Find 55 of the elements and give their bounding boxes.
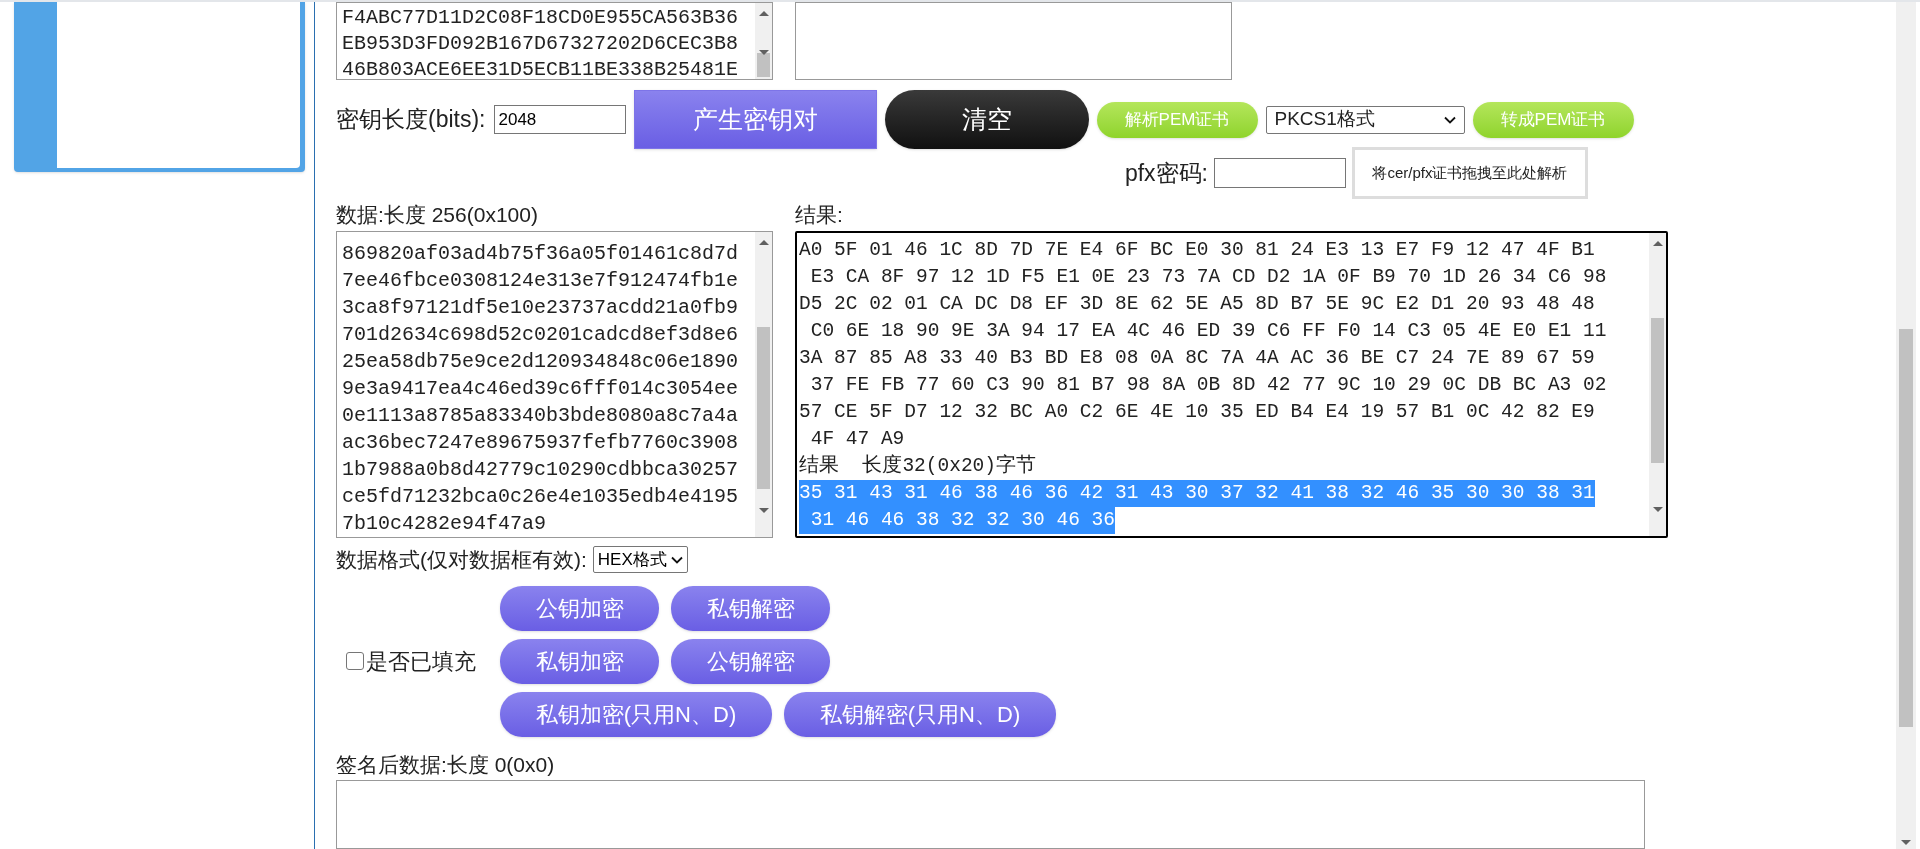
action-button[interactable]: 公钥解密: [671, 638, 830, 684]
chevron-down-icon: [1443, 115, 1456, 124]
key-text-line: EB953D3FD092B167D67327202D6CEC3B8: [342, 31, 740, 57]
clear-button[interactable]: 清空: [884, 90, 1089, 149]
result-text-line: C0 6E 18 90 9E 3A 94 17 EA 4C 46 ED 39 C6 FF F0 14 C3 05 4E E0 E1 11: [809, 319, 1607, 344]
pfx-password-input[interactable]: [1214, 158, 1346, 188]
data-text-line: ac36bec7247e89675937fefb7760c3908: [342, 430, 740, 456]
data-text-line: 0e1113a8785a83340b3bde8080a8c7a4a: [342, 403, 740, 429]
result-text-line: 结果 长度32(0x20)字节: [799, 453, 1037, 479]
action-button[interactable]: 私钥加密(只用N、D): [500, 691, 772, 737]
scrollbar[interactable]: [755, 232, 772, 537]
key-textarea[interactable]: F4ABC77D11D2C08F18CD0E955CA563B36 EB953D3FD092B167D67327202D6CEC3B8 46B803ACE6EE31D5ECB11BE338B25481E: [336, 2, 773, 80]
result-label: 结果:: [795, 202, 844, 228]
result-text-line: 4F 47 A9: [809, 427, 905, 452]
action-button[interactable]: 公钥加密: [500, 585, 659, 631]
scrollbar[interactable]: [755, 3, 772, 79]
chevron-down-icon: [670, 555, 683, 564]
data-text-line: 7ee46fbce0308124e313e7f912474fb1e: [342, 268, 740, 294]
output-textarea[interactable]: [795, 2, 1232, 80]
signed-data-label: 签名后数据:长度 0(0x0): [336, 751, 556, 778]
key-text-line: F4ABC77D11D2C08F18CD0E955CA563B36: [342, 5, 740, 31]
scrollbar[interactable]: [1649, 233, 1666, 536]
certificate-drop-zone[interactable]: 将cer/pfx证书拖拽至此处解析: [1352, 147, 1588, 199]
data-text-line: 3ca8f97121df5e10e23737acdd21a0fb9: [342, 295, 740, 321]
data-text-line: 701d2634c698d52c0201cadcd8ef3d8e6: [342, 322, 740, 348]
action-button[interactable]: 私钥解密: [671, 585, 830, 631]
result-text-line: D5 2C 02 01 CA DC D8 EF 3D 8E 62 5E A5 8D B7 5E 9C E2 D1 20 93 48 48: [799, 292, 1595, 317]
generate-keypair-button[interactable]: 产生密钥对: [633, 90, 877, 149]
padding-label: 是否已填充: [366, 647, 476, 676]
result-text-line: 3A 87 85 A8 33 40 B3 BD E8 08 0A 8C 7A 4A AC 36 BE C7 24 7E 89 67 59: [799, 346, 1595, 371]
data-textarea[interactable]: [336, 231, 773, 538]
data-format-select[interactable]: HEX格式: [592, 546, 688, 574]
result-text-line: 37 FE FB 77 60 C3 90 81 B7 98 8A 0B 8D 42 77 9C 10 29 0C DB BC A3 02: [809, 373, 1607, 398]
data-text-line: 1b7988a0b8d42779c10290cdbbca30257: [342, 457, 740, 483]
key-length-input[interactable]: 2048: [493, 105, 626, 134]
result-text-line: 57 CE 5F D7 12 32 BC A0 C2 6E 4E 10 35 ED B4 E4 19 57 B1 0C 42 82 E9: [799, 400, 1595, 425]
data-text-line: 869820af03ad4b75f36a05f01461c8d7d: [342, 241, 740, 267]
data-format-label: 数据格式(仅对数据框有效):: [336, 547, 587, 573]
data-text-line: 25ea58db75e9ce2d120934848c06e1890: [342, 349, 740, 375]
data-text-line: ce5fd71232bca0c26e4e1035edb4e4195: [342, 484, 740, 510]
key-text-line: 46B803ACE6EE31D5ECB11BE338B25481E: [342, 57, 740, 79]
action-button[interactable]: 私钥解密(只用N、D): [784, 691, 1056, 737]
data-length-label: 数据:长度 256(0x100): [336, 202, 539, 228]
pfx-password-label: pfx密码:: [1124, 158, 1208, 188]
data-text-line: 7b10c4282e94f47a9: [342, 511, 548, 537]
page-scrollbar[interactable]: [1896, 2, 1916, 849]
key-length-label: 密钥长度(bits):: [336, 105, 486, 135]
padding-checkbox[interactable]: [346, 652, 364, 670]
format-select[interactable]: PKCS1格式: [1265, 105, 1465, 134]
signed-data-textarea[interactable]: [336, 780, 1645, 849]
result-text-line: E3 CA 8F 97 12 1D F5 E1 0E 23 73 7A CD D2 1A 0F B9 70 1D 26 34 C6 98: [809, 265, 1607, 290]
action-button[interactable]: 私钥加密: [500, 638, 659, 684]
result-textarea[interactable]: [795, 231, 1668, 538]
result-text-line: A0 5F 01 46 1C 8D 7D 7E E4 6F BC E0 30 81 24 E3 13 E7 F9 12 47 4F B1: [799, 238, 1595, 263]
data-text-line: 9e3a9417ea4c46ed39c6fff014c3054ee: [342, 376, 740, 402]
